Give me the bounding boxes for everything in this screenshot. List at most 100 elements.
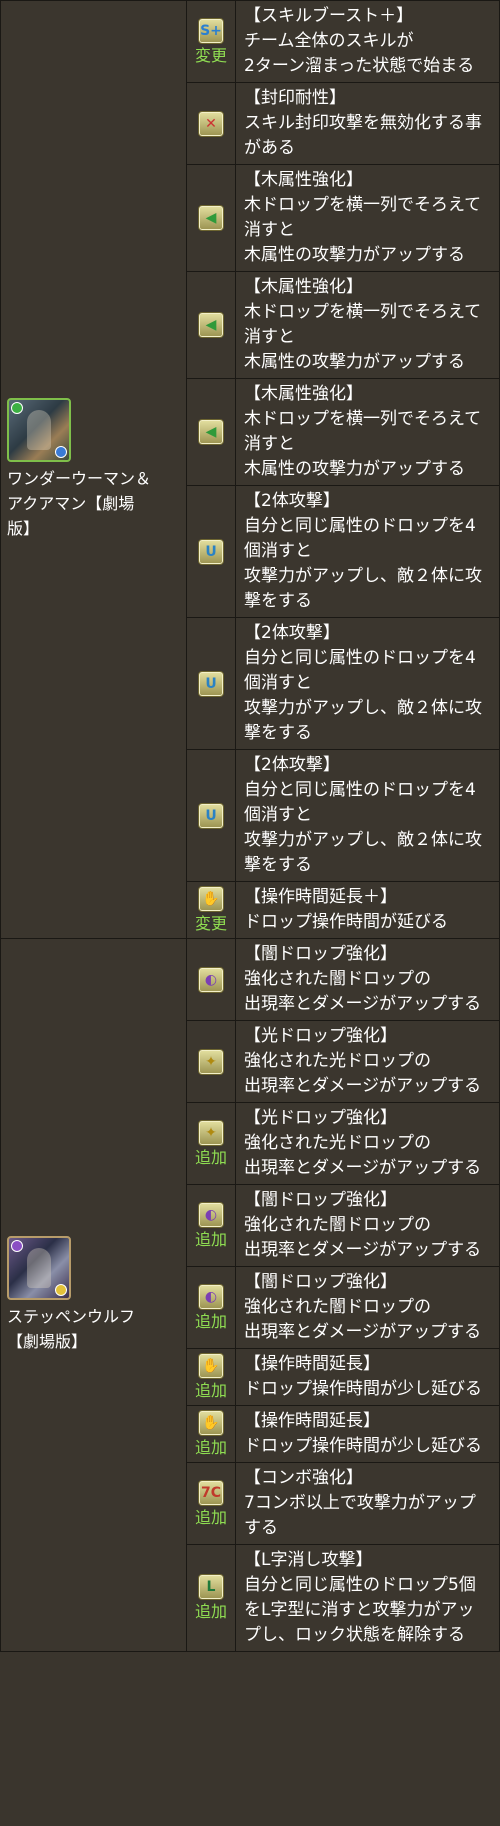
awakening-icon-cell: ◀ — [186, 271, 236, 379]
awakening-text-line: 自分と同じ属性のドロップ5個 — [244, 1575, 476, 1595]
awakening-text-line: する — [244, 1518, 278, 1538]
awakening-title: 【光ドロップ強化】 — [244, 1108, 397, 1128]
awakening-icon-cell: ✦ — [186, 1020, 236, 1103]
change-badge: 追加 — [194, 1381, 227, 1400]
two-pronged-attack-icon[interactable]: U — [198, 538, 224, 565]
dark-drop-enhance-icon[interactable]: ◐ — [198, 966, 224, 993]
character-name[interactable]: ステッペンウルフ 【劇場版】 — [7, 1304, 180, 1354]
awakening-title: 【木属性強化】 — [244, 384, 363, 404]
awakening-text-line: 強化された闇ドロップの — [244, 1215, 431, 1235]
awakening-icon-cell: U — [186, 749, 236, 882]
awakening-glyph: U — [205, 543, 217, 560]
awakening-description: 【2体攻撃】 自分と同じ属性のドロップを4 個消すと 攻撃力がアップし、敵２体に攻 撃を… — [235, 617, 500, 750]
awakening-text-line: 強化された光ドロップの — [244, 1051, 431, 1071]
awakening-icon-cell: ✋ 追加 — [186, 1348, 236, 1406]
wood-row-enhance-icon[interactable]: ◀ — [198, 205, 224, 231]
steppenwolf-portrait[interactable] — [7, 1236, 71, 1300]
awakening-icon-cell: L 追加 — [186, 1544, 236, 1652]
awakening-text-line: 2ターン溜まった状態で始まる — [244, 56, 475, 76]
awakening-title: 【封印耐性】 — [244, 88, 346, 108]
character-name-line: ワンダーウーマン＆ — [7, 469, 152, 488]
combo-enhance-icon[interactable]: 7C — [198, 1479, 224, 1506]
awakening-title: 【コンボ強化】 — [244, 1468, 363, 1488]
two-pronged-attack-icon[interactable]: U — [198, 670, 224, 697]
change-badge: 追加 — [194, 1438, 227, 1457]
awakening-text-line: 攻撃力がアップし、敵２体に攻 — [244, 830, 482, 850]
awakening-text-line: ドロップ操作時間が延びる — [244, 912, 448, 932]
change-badge: 追加 — [194, 1311, 227, 1331]
awakening-text-line: プし、ロック状態を解除する — [244, 1625, 465, 1645]
wood-row-enhance-icon[interactable]: ◀ — [198, 419, 224, 445]
awakening-text-line: 出現率とダメージがアップする — [244, 1240, 482, 1260]
time-extend-plus-icon[interactable]: ✋+ — [198, 886, 224, 931]
awakening-description: 【2体攻撃】 自分と同じ属性のドロップを4 個消すと 攻撃力がアップし、敵２体に攻 撃を… — [235, 749, 500, 882]
awakening-text-line: チーム全体のスキルが — [244, 31, 414, 51]
awakening-title: 【2体攻撃】 — [244, 755, 340, 775]
awakening-row: ワンダーウーマン＆ アクアマン【劇場 版】 S+ 変更 【スキルブースト＋】 チーム全体のス… — [0, 0, 500, 939]
awakening-description: 【光ドロップ強化】 強化された光ドロップの 出現率とダメージがアップする — [235, 1020, 500, 1103]
character-cell: ワンダーウーマン＆ アクアマン【劇場 版】 — [0, 0, 187, 939]
change-badge: 追加 — [194, 1147, 227, 1167]
awakening-description: 【2体攻撃】 自分と同じ属性のドロップを4 個消すと 攻撃力がアップし、敵２体に攻 撃を… — [235, 485, 500, 618]
awakening-text-line: 撃をする — [244, 855, 312, 875]
change-badge: 追加 — [194, 1602, 227, 1621]
awakening-icon-cell: ◐ 追加 — [186, 1266, 236, 1349]
change-badge: 追加 — [194, 1507, 227, 1527]
l-shape-attack-icon[interactable]: L — [198, 1574, 224, 1600]
dark-drop-enhance-icon[interactable]: ◐ — [198, 1201, 224, 1228]
awakening-icon-cell: S+ 変更 — [186, 0, 236, 83]
awakening-description: 【闇ドロップ強化】 強化された闇ドロップの 出現率とダメージがアップする — [235, 1266, 500, 1349]
awakening-text-line: 自分と同じ属性のドロップを4 — [244, 648, 476, 668]
character-cell: ステッペンウルフ 【劇場版】 — [0, 938, 187, 1652]
awakening-icon-cell: 7C 追加 — [186, 1462, 236, 1545]
awakening-glyph: ✋ — [202, 1358, 220, 1374]
awakening-description: 【闇ドロップ強化】 強化された闇ドロップの 出現率とダメージがアップする — [235, 1184, 500, 1267]
awakening-glyph: ✋+ — [202, 891, 220, 931]
awakening-text-line: 個消すと — [244, 541, 312, 561]
awakening-icon-cell: ◐ — [186, 938, 236, 1021]
awakening-title: 【操作時間延長＋】 — [244, 887, 397, 907]
character-name-line: アクアマン【劇場 — [7, 494, 135, 513]
wood-row-enhance-icon[interactable]: ◀ — [198, 312, 224, 338]
awakening-description: 【操作時間延長】 ドロップ操作時間が少し延びる — [235, 1405, 500, 1463]
dark-drop-enhance-icon[interactable]: ◐ — [198, 1283, 224, 1310]
time-extend-icon[interactable]: ✋ — [198, 1410, 224, 1436]
awakening-text-line: 出現率とダメージがアップする — [244, 1322, 482, 1342]
awakening-table: ワンダーウーマン＆ アクアマン【劇場 版】 S+ 変更 【スキルブースト＋】 チーム全体のス… — [0, 0, 500, 1652]
awakening-glyph: ✋ — [202, 1415, 220, 1431]
time-extend-icon[interactable]: ✋ — [198, 1353, 224, 1379]
awakening-icon-cell: ✋ 追加 — [186, 1405, 236, 1463]
awakening-text-line: 7コンボ以上で攻撃力がアップ — [244, 1493, 476, 1513]
awakening-glyph: ◐ — [204, 971, 218, 988]
light-drop-enhance-icon[interactable]: ✦ — [198, 1048, 224, 1075]
awakening-text-line: 強化された闇ドロップの — [244, 969, 431, 989]
awakening-glyph: ◀ — [205, 424, 217, 440]
awakening-glyph: L — [206, 1579, 216, 1595]
awakening-icon-cell: ◀ — [186, 164, 236, 272]
change-badge: 変更 — [194, 45, 227, 65]
character-name[interactable]: ワンダーウーマン＆ アクアマン【劇場 版】 — [7, 466, 180, 541]
awakening-text-line: 攻撃力がアップし、敵２体に攻 — [244, 698, 482, 718]
seal-resist-icon[interactable]: ✕ — [198, 110, 224, 137]
awakening-text-line: 攻撃力がアップし、敵２体に攻 — [244, 566, 482, 586]
character-name-line: 版】 — [7, 519, 40, 538]
awakening-text-line: 木属性の攻撃力がアップする — [244, 459, 465, 479]
awakening-title: 【操作時間延長】 — [244, 1354, 380, 1374]
awakening-description: 【木属性強化】 木ドロップを横一列でそろえて 消すと 木属性の攻撃力がアップする — [235, 271, 500, 379]
wonder-woman-aquaman-portrait[interactable] — [7, 398, 71, 462]
awakening-text-line: 木ドロップを横一列でそろえて — [244, 195, 482, 215]
awakening-icon-cell: ✕ — [186, 82, 236, 165]
awakening-description: 【封印耐性】 スキル封印攻撃を無効化する事 がある — [235, 82, 500, 165]
two-pronged-attack-icon[interactable]: U — [198, 802, 224, 829]
light-drop-enhance-icon[interactable]: ✦ — [198, 1119, 224, 1146]
awakening-description: 【操作時間延長】 ドロップ操作時間が少し延びる — [235, 1348, 500, 1406]
character-name-line: ステッペンウルフ — [7, 1307, 136, 1326]
main-attribute-icon — [11, 402, 23, 414]
portrait-figure — [27, 410, 51, 450]
awakening-title: 【スキルブースト＋】 — [244, 6, 414, 26]
awakening-glyph: ✦ — [205, 1124, 217, 1141]
awakening-text-line: 撃をする — [244, 723, 312, 743]
awakening-glyph: U — [205, 675, 217, 692]
awakening-title: 【2体攻撃】 — [244, 491, 340, 511]
skill-boost-plus-icon[interactable]: S+ — [198, 17, 224, 44]
